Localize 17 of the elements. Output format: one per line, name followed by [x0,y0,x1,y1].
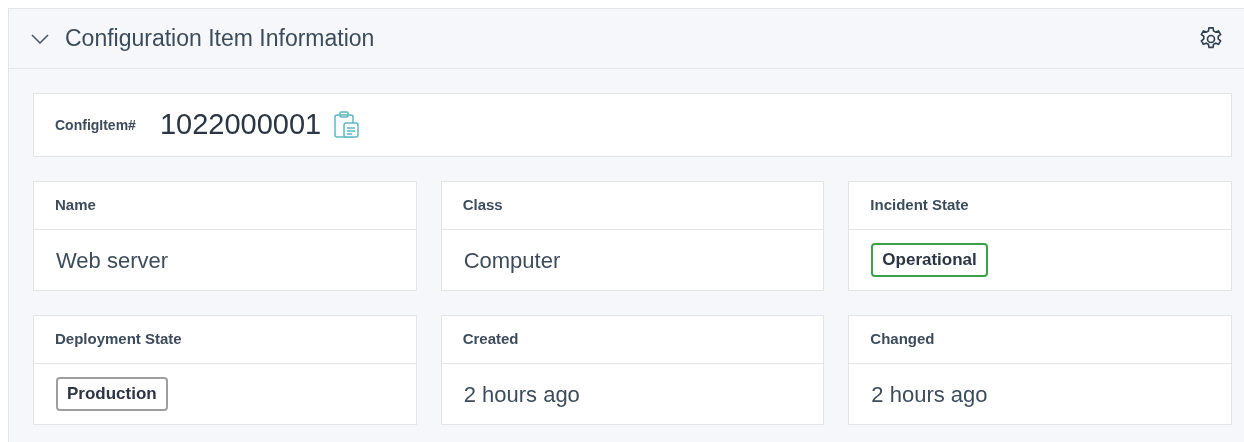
status-badge: Operational [871,243,988,277]
config-item-label: ConfigItem# [55,115,136,135]
panel-title: Configuration Item Information [65,24,375,54]
field-label: Class [462,195,503,216]
field-label: Deployment State [55,329,182,350]
field-label: Changed [870,329,935,350]
clipboard-icon[interactable] [333,110,362,140]
field-value: Web server [56,246,169,275]
config-item-number: 1022000001 [159,107,322,143]
field-label: Created [462,329,519,350]
field-value: Computer [463,246,561,275]
field-label: Incident State [870,195,969,216]
field-label: Name [55,195,96,216]
status-badge: Production [56,377,168,411]
field-value: 2 hours ago [871,380,988,409]
field-value: 2 hours ago [463,380,580,409]
chevron-icon[interactable] [31,33,49,44]
